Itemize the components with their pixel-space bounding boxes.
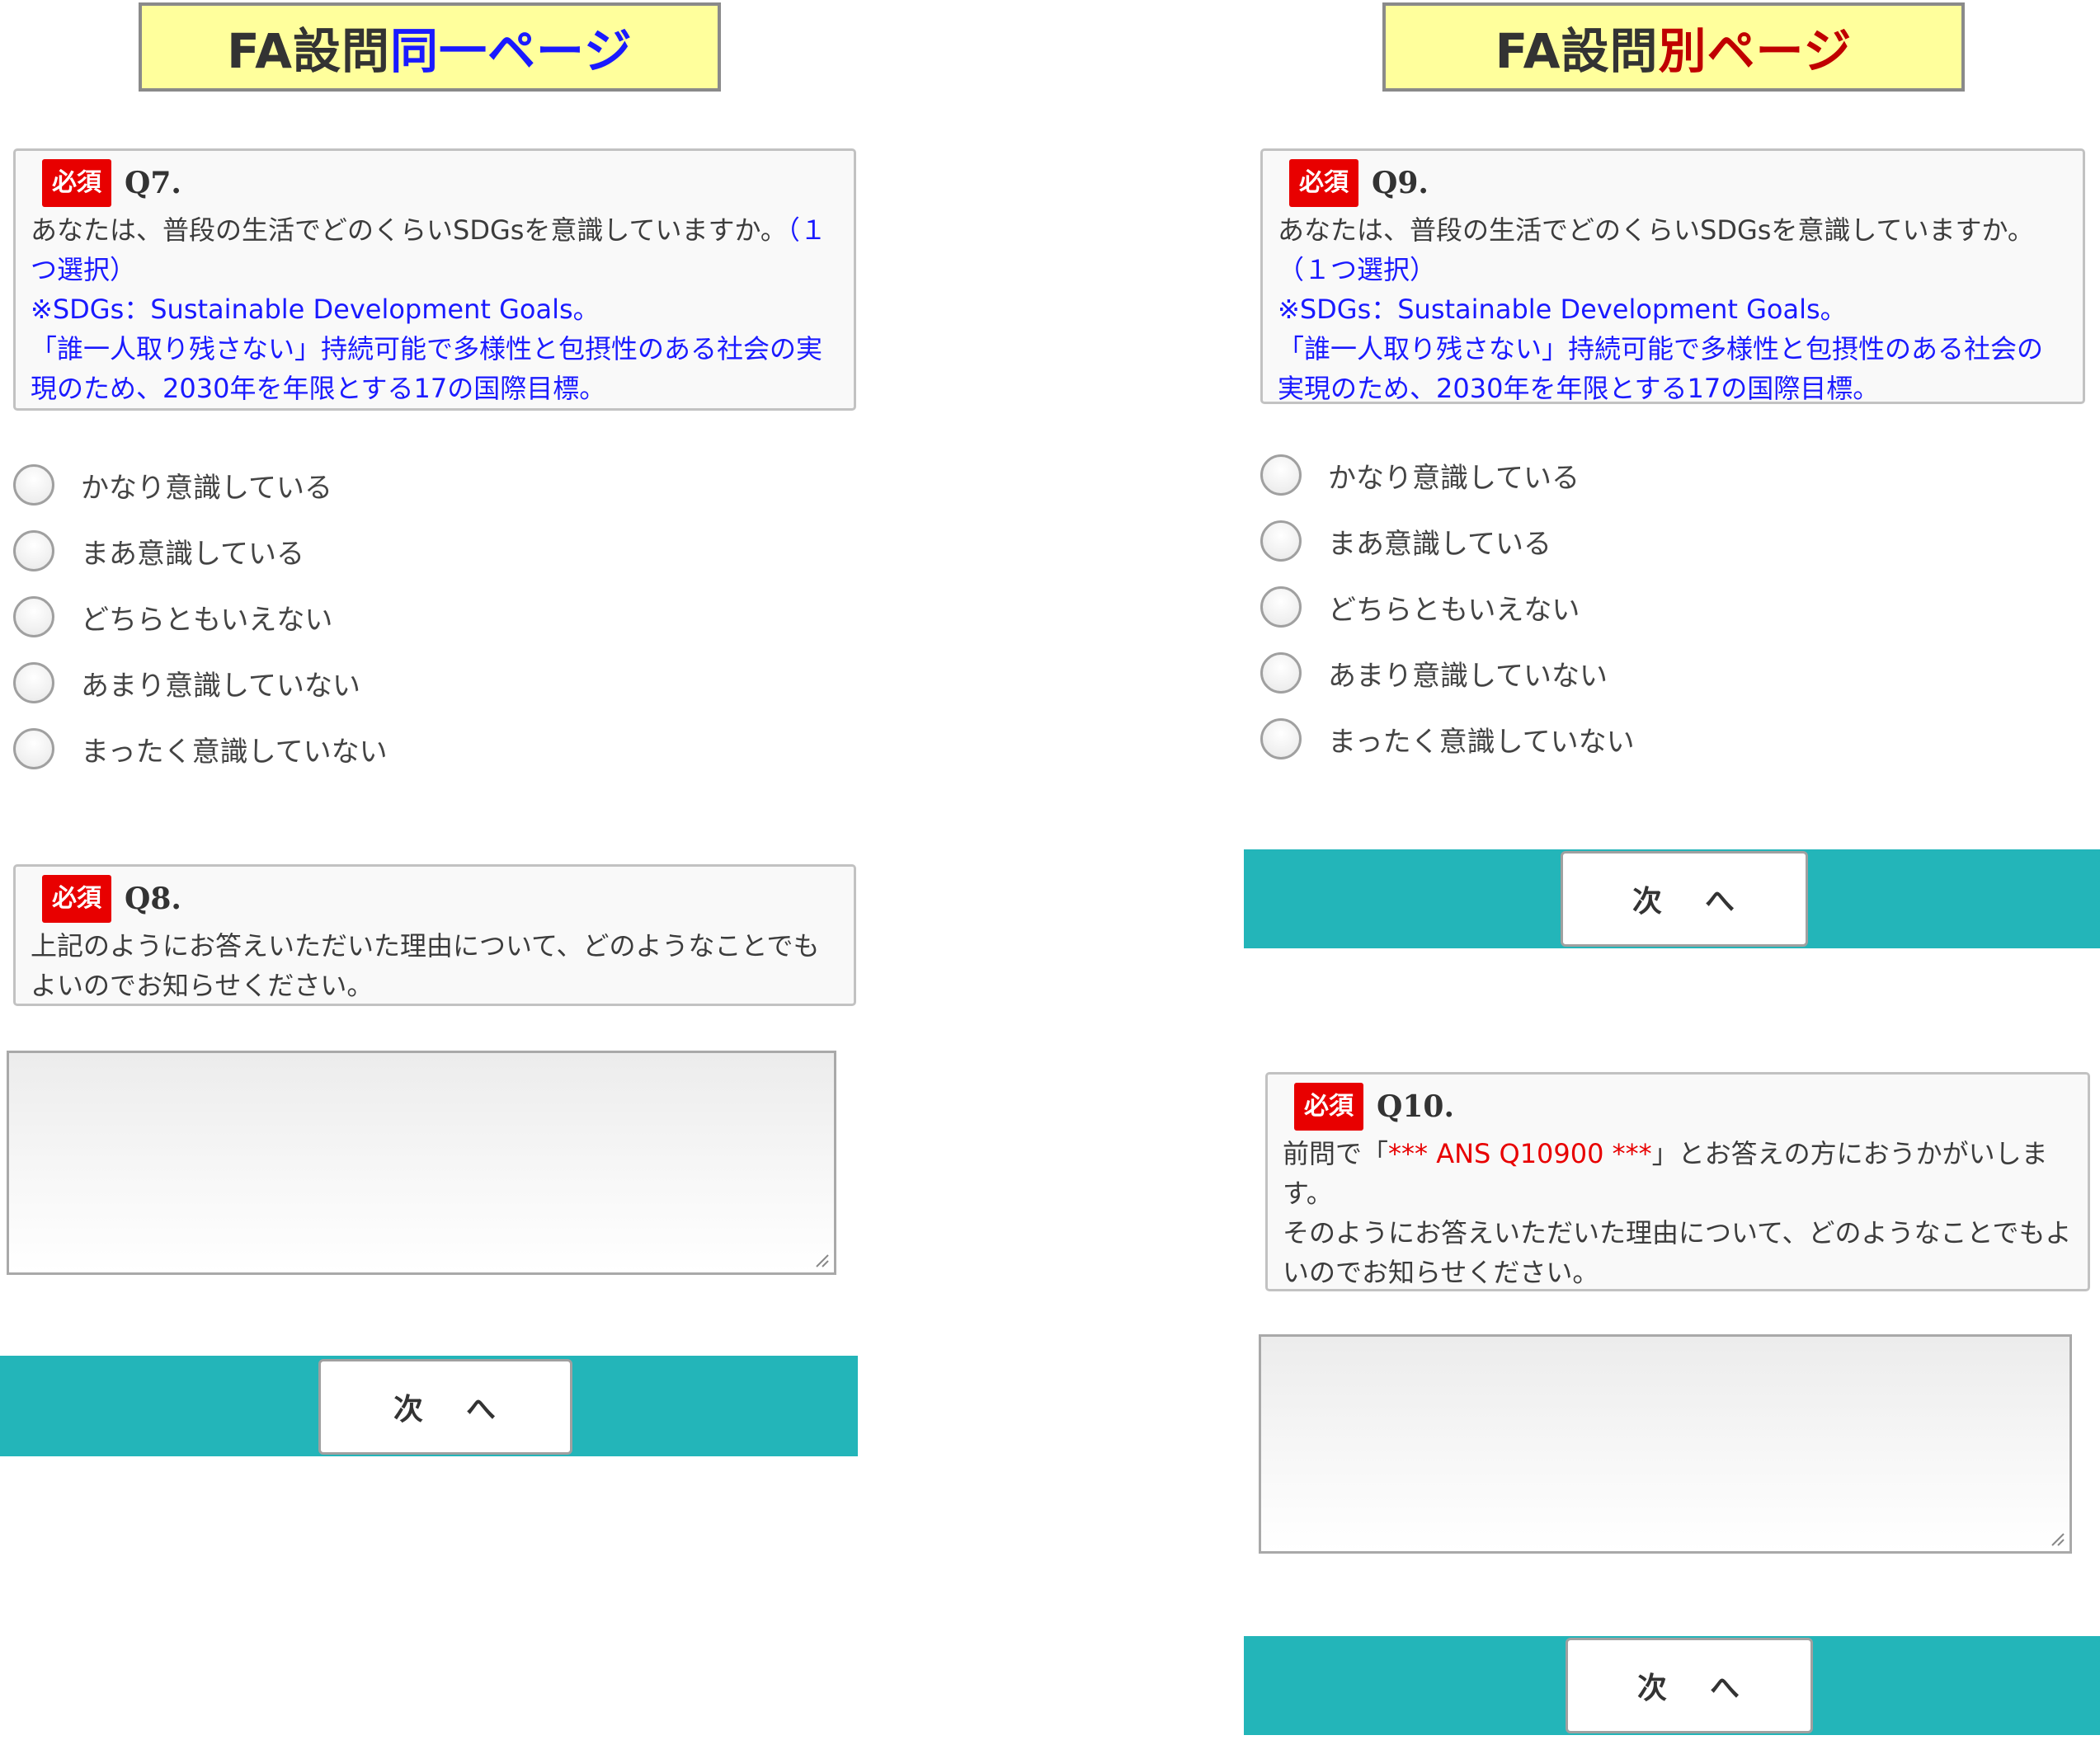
question-header: 必須 Q8.: [31, 875, 839, 923]
question-text: あなたは、普段の生活でどのくらいSDGsを意識していますか。 （１つ選択） ※SD…: [1278, 210, 2068, 408]
next-arrow-label: へ: [1705, 885, 1737, 919]
radio-label: かなり意識している: [81, 471, 332, 505]
radio-option[interactable]: あまり意識していない: [13, 650, 388, 716]
question-note-line1: ※SDGs：Sustainable Development Goals。: [1278, 294, 1847, 325]
question-body: あなたは、普段の生活でどのくらいSDGsを意識していますか。: [1278, 214, 2034, 246]
answer-options-q9: かなり意識している まあ意識している どちらともいえない あまり意識していない …: [1260, 442, 1635, 772]
section-title-prefix: FA設問: [1495, 23, 1659, 79]
radio-button[interactable]: [13, 464, 54, 506]
section-title-accent: 別ページ: [1658, 23, 1853, 79]
question-body-start: 前問で「: [1283, 1138, 1389, 1169]
question-note-line2: 「誰一人取り残さない」持続可能で多様性と包摂性のある社会の実現のため、2030年…: [31, 333, 823, 404]
question-text: 上記のようにお答えいただいた理由について、どのようなことでもよいのでお知らせくだ…: [31, 930, 820, 1001]
next-button[interactable]: 次へ: [318, 1359, 572, 1455]
question-text: 前問で「*** ANS Q10900 ***」とお答えの方におうかがいします。 …: [1283, 1134, 2073, 1292]
radio-label: どちらともいえない: [1328, 593, 1580, 627]
answer-options-q7: かなり意識している まあ意識している どちらともいえない あまり意識していない …: [13, 452, 388, 782]
section-title-prefix: FA設問: [227, 23, 390, 79]
radio-option[interactable]: まあ意識している: [1260, 508, 1635, 574]
section-title-separate-page: FA設問 別ページ: [1382, 2, 1965, 92]
next-label: 次: [393, 1393, 425, 1427]
free-answer-textarea-q10[interactable]: [1259, 1334, 2072, 1554]
question-header: 必須 Q10.: [1283, 1083, 2073, 1131]
radio-label: まったく意識していない: [1328, 725, 1635, 759]
question-box-q8: 必須 Q8. 上記のようにお答えいただいた理由について、どのようなことでもよいの…: [13, 864, 856, 1006]
required-badge: 必須: [42, 875, 111, 923]
next-arrow-label: へ: [1710, 1672, 1742, 1705]
question-text: あなたは、普段の生活でどのくらいSDGsを意識していますか。（１つ選択） ※SD…: [31, 210, 839, 408]
radio-button[interactable]: [13, 596, 54, 637]
radio-label: あまり意識していない: [1328, 659, 1608, 693]
question-header: 必須 Q9.: [1278, 159, 2068, 207]
radio-label: まあ意識している: [81, 537, 304, 571]
radio-label: どちらともいえない: [81, 603, 333, 637]
question-header: 必須 Q7.: [31, 159, 839, 207]
radio-option[interactable]: まあ意識している: [13, 518, 388, 584]
next-button[interactable]: 次へ: [1561, 851, 1808, 947]
radio-label: かなり意識している: [1328, 461, 1580, 495]
radio-option[interactable]: かなり意識している: [13, 452, 388, 518]
section-title-same-page: FA設問 同一ページ: [139, 2, 721, 92]
question-box-q9: 必須 Q9. あなたは、普段の生活でどのくらいSDGsを意識していますか。 （１つ…: [1260, 148, 2085, 404]
next-label: 次: [1632, 885, 1664, 919]
radio-button[interactable]: [13, 530, 54, 571]
next-label: 次: [1636, 1672, 1669, 1705]
question-instruction: （１つ選択）: [1278, 254, 1437, 285]
required-badge: 必須: [1294, 1083, 1363, 1131]
required-badge: 必須: [1289, 159, 1358, 207]
piped-answer: *** ANS Q10900 ***: [1388, 1138, 1652, 1169]
radio-button[interactable]: [1260, 586, 1302, 628]
question-box-q10: 必須 Q10. 前問で「*** ANS Q10900 ***」とお答えの方におう…: [1265, 1072, 2090, 1291]
radio-button[interactable]: [1260, 454, 1302, 496]
radio-button[interactable]: [1260, 652, 1302, 694]
question-number: Q7.: [125, 166, 181, 200]
section-title-accent: 同一ページ: [390, 23, 633, 79]
radio-button[interactable]: [1260, 718, 1302, 759]
radio-button[interactable]: [13, 662, 54, 703]
question-box-q7: 必須 Q7. あなたは、普段の生活でどのくらいSDGsを意識していますか。（１つ…: [13, 148, 856, 411]
radio-label: あまり意識していない: [81, 669, 360, 703]
question-number: Q10.: [1377, 1089, 1454, 1124]
resize-grip-icon[interactable]: [2047, 1529, 2065, 1547]
radio-option[interactable]: まったく意識していない: [13, 716, 388, 782]
radio-option[interactable]: かなり意識している: [1260, 442, 1635, 508]
question-note-line2: 「誰一人取り残さない」持続可能で多様性と包摂性のある社会の実現のため、2030年…: [1278, 333, 2044, 404]
question-number: Q9.: [1372, 166, 1429, 200]
resize-grip-icon[interactable]: [812, 1250, 830, 1268]
radio-option[interactable]: あまり意識していない: [1260, 640, 1635, 706]
radio-label: まあ意識している: [1328, 527, 1551, 561]
radio-option[interactable]: まったく意識していない: [1260, 706, 1635, 772]
radio-label: まったく意識していない: [81, 735, 388, 769]
radio-button[interactable]: [1260, 520, 1302, 562]
question-body-line2: そのようにお答えいただいた理由について、どのようなことでもよいのでお知らせくださ…: [1283, 1217, 2072, 1288]
radio-button[interactable]: [13, 728, 54, 769]
next-arrow-label: へ: [466, 1393, 498, 1427]
question-body: あなたは、普段の生活でどのくらいSDGsを意識していますか。: [31, 214, 787, 246]
next-button[interactable]: 次へ: [1566, 1638, 1813, 1733]
radio-option[interactable]: どちらともいえない: [13, 584, 388, 650]
question-note-line1: ※SDGs：Sustainable Development Goals。: [31, 294, 600, 325]
free-answer-textarea-q8[interactable]: [7, 1051, 836, 1275]
radio-option[interactable]: どちらともいえない: [1260, 574, 1635, 640]
required-badge: 必須: [42, 159, 111, 207]
question-number: Q8.: [125, 882, 181, 916]
